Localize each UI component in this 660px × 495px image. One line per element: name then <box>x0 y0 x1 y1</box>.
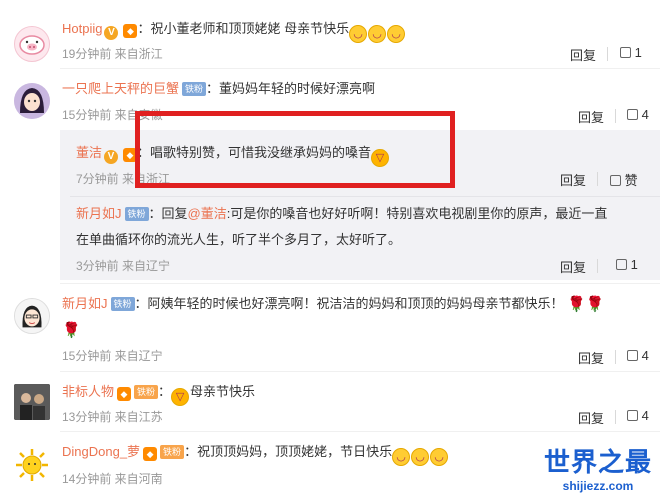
avatar[interactable] <box>14 298 50 334</box>
comment-text: Hotpiig V ◆ ：祝小董老师和顶顶姥姥 母亲节快乐 ◡ ◡ ◡ <box>62 20 406 43</box>
timestamp-location: 14分钟前 来自河南 <box>62 472 163 486</box>
timestamp-location: 15分钟前 来自辽宁 <box>62 349 163 363</box>
reply-button[interactable]: 回复 <box>560 257 586 276</box>
reply-button[interactable]: 回复 <box>570 45 596 64</box>
reply-button[interactable]: 回复 <box>578 408 604 427</box>
comment-body: ：阿姨年轻的时候也好漂亮啊！祝洁洁的妈妈和顶顶的妈妈母亲节都快乐！ <box>134 296 564 311</box>
party-emoji-icon: ◡ <box>349 25 368 43</box>
reply-button[interactable]: 回复 <box>560 170 586 189</box>
party-emoji-icon: ◡ <box>430 448 449 466</box>
comment-body: ：董妈妈年轻的时候好漂亮啊 <box>206 81 376 96</box>
comment-text: 非标人物 ◆ 铁粉： ▽ 母亲节快乐 <box>62 383 255 406</box>
reply-text-continued: 在单曲循环你的流光人生，听了半个多月了，太好听了。 <box>76 232 402 247</box>
like-label: 赞 <box>624 173 638 188</box>
fan-badge: 铁粉 <box>160 445 185 459</box>
anime-girl-avatar-icon <box>14 83 50 119</box>
thumb-up-icon <box>627 410 638 421</box>
party-emoji-icon: ◡ <box>387 25 406 43</box>
photo-avatar-icon <box>14 384 50 420</box>
watermark-url: shijiezz.com <box>562 479 634 493</box>
divider <box>60 283 660 284</box>
divider <box>615 109 616 123</box>
sun-avatar-icon <box>16 449 48 481</box>
verified-icon: V <box>104 150 119 164</box>
avatar[interactable] <box>14 26 50 62</box>
divider <box>70 196 660 197</box>
like-count: 1 <box>634 45 642 60</box>
reply-button[interactable]: 回复 <box>578 348 604 367</box>
like-button[interactable]: 4 <box>627 408 649 423</box>
divider <box>615 350 616 364</box>
fan-level-icon: ◆ <box>117 387 132 401</box>
reply-arrow <box>72 129 82 137</box>
laughing-emoji-icon: ▽ <box>171 388 190 406</box>
username[interactable]: Hotpiig <box>62 21 102 36</box>
username[interactable]: DingDong_萝 <box>62 444 140 459</box>
like-button[interactable]: 1 <box>620 45 642 60</box>
divider <box>60 431 660 432</box>
comment-emoji-text: 母亲节快乐 <box>190 384 256 399</box>
watermark-title: 世界之最 <box>543 448 652 478</box>
fan-badge: 铁粉 <box>124 207 149 221</box>
comment-text: DingDong_萝 ◆ 铁粉 ：祝顶顶妈妈，顶顶姥姥，节日快乐 ◡ ◡ ◡ <box>62 443 449 466</box>
like-count: 1 <box>630 257 638 272</box>
timestamp-location: 19分钟前 来自浙江 <box>62 47 163 61</box>
like-count: 4 <box>641 408 649 423</box>
party-emoji-icon: ◡ <box>411 448 430 466</box>
like-button[interactable]: 赞 <box>610 170 638 189</box>
divider <box>607 47 608 61</box>
thumb-up-icon <box>616 259 627 270</box>
divider <box>60 68 660 69</box>
fan-badge: 铁粉 <box>110 297 135 311</box>
mention-link[interactable]: @董洁 <box>188 206 227 221</box>
fan-badge: 铁粉 <box>134 385 159 399</box>
reply-prefix: ：回复 <box>148 206 188 221</box>
avatar[interactable] <box>14 384 50 420</box>
thumb-up-icon <box>610 175 621 186</box>
thumb-up-icon <box>627 350 638 361</box>
username[interactable]: 非标人物 <box>62 384 114 399</box>
party-emoji-icon: ◡ <box>368 25 387 43</box>
comment-text: 新月如J 铁粉 ：阿姨年轻的时候也好漂亮啊！祝洁洁的妈妈和顶顶的妈妈母亲节都快乐！ … <box>62 295 605 314</box>
username[interactable]: 新月如J <box>62 296 108 311</box>
reply-text: 新月如J 铁粉 ：回复@董洁:可是你的嗓音也好好听啊！特别喜欢电视剧里你的原声，最近… <box>76 205 607 223</box>
highlight-frame <box>135 111 455 188</box>
divider <box>597 172 598 186</box>
rose-emoji-icon: 🌹 <box>585 296 605 313</box>
like-count: 4 <box>641 107 649 122</box>
thumb-up-icon <box>627 109 638 120</box>
divider <box>615 410 616 424</box>
avatar[interactable] <box>14 447 50 483</box>
watermark: 世界之最 shijiezz.com <box>544 442 652 493</box>
comment-body: ：祝小董老师和顶顶姥姥 母亲节快乐 <box>137 21 350 36</box>
rose-emoji-icon: 🌹 <box>567 296 586 313</box>
divider <box>60 371 660 372</box>
like-button[interactable]: 4 <box>627 107 649 122</box>
username[interactable]: 新月如J <box>76 206 122 221</box>
username[interactable]: 一只爬上天秤的巨蟹 <box>62 81 179 96</box>
verified-icon: V <box>104 26 119 40</box>
divider <box>597 259 598 273</box>
pig-avatar-icon <box>19 35 45 55</box>
comment-body: ：祝顶顶妈妈，顶顶姥姥，节日快乐 <box>184 444 393 459</box>
reply-body: :可是你的嗓音也好好听啊！特别喜欢电视剧里你的原声，最近一直 <box>226 206 608 221</box>
comment-text: 一只爬上天秤的巨蟹 铁粉 ：董妈妈年轻的时候好漂亮啊 <box>62 80 375 98</box>
fan-level-icon: ◆ <box>143 447 158 461</box>
timestamp-location: 13分钟前 来自江苏 <box>62 410 163 424</box>
timestamp-location: 3分钟前 来自辽宁 <box>76 259 171 273</box>
party-emoji-icon: ◡ <box>392 448 411 466</box>
cartoon-face-avatar-icon <box>15 299 49 333</box>
reply-button[interactable]: 回复 <box>578 107 604 126</box>
thumb-up-icon <box>620 47 631 58</box>
avatar[interactable] <box>14 83 50 119</box>
fan-badge: 铁粉 <box>182 82 207 96</box>
comment-body: ： <box>158 384 172 399</box>
like-count: 4 <box>641 348 649 363</box>
comment-text-continued: 🌹 <box>62 321 81 340</box>
username[interactable]: 董洁 <box>76 145 102 160</box>
like-button[interactable]: 1 <box>616 257 638 272</box>
rose-emoji-icon: 🌹 <box>62 322 81 339</box>
fan-level-icon: ◆ <box>123 24 138 38</box>
like-button[interactable]: 4 <box>627 348 649 363</box>
